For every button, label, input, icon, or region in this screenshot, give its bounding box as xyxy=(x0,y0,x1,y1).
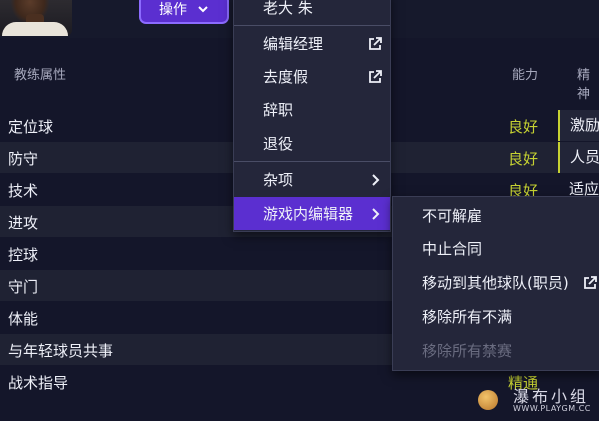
in-game-editor-submenu: 不可解雇 中止合同 移动到其他球队(职员) 移除所有不满 移除所有禁赛 xyxy=(392,196,599,371)
menu-item-label: 游戏内编辑器 xyxy=(263,205,354,223)
menu-item-label: 移动到其他球队(职员) xyxy=(422,274,569,292)
mental-attribute: 人员 xyxy=(558,142,599,173)
context-menu: 老大 朱 编辑经理 去度假 辞职 退役 杂项 游戏内编辑器 xyxy=(233,0,391,232)
submenu-item-move-to-other-team[interactable]: 移动到其他球队(职员) xyxy=(393,266,599,299)
actions-button-label: 操作 xyxy=(159,2,187,18)
attribute-name: 控球 xyxy=(8,246,39,264)
menu-item-label: 移除所有禁赛 xyxy=(422,342,513,360)
attribute-name: 守门 xyxy=(8,278,39,296)
attribute-value: 良好 xyxy=(508,118,539,136)
submenu-item-remove-all-bans: 移除所有禁赛 xyxy=(393,334,599,367)
menu-item-edit-manager[interactable]: 编辑经理 xyxy=(234,27,390,60)
attribute-name: 战术指导 xyxy=(8,374,69,392)
chevron-right-icon xyxy=(372,208,380,220)
menu-item-label: 中止合同 xyxy=(422,240,483,258)
attribute-name: 进攻 xyxy=(8,214,39,232)
menu-item-partial[interactable]: 老大 朱 xyxy=(234,0,390,22)
menu-item-label: 杂项 xyxy=(263,171,294,189)
menu-item-in-game-editor[interactable]: 游戏内编辑器 xyxy=(234,197,390,230)
mental-attribute: 激励 xyxy=(558,110,599,141)
submenu-item-cannot-be-sacked[interactable]: 不可解雇 xyxy=(393,199,599,232)
watermark-logo-icon xyxy=(478,390,498,410)
external-link-icon xyxy=(369,37,382,50)
menu-item-resign[interactable]: 辞职 xyxy=(234,93,390,126)
menu-item-misc[interactable]: 杂项 xyxy=(234,163,390,196)
external-link-icon xyxy=(369,70,382,83)
attribute-name: 体能 xyxy=(8,310,39,328)
column-header-mental: 精神 xyxy=(577,68,591,102)
external-link-icon xyxy=(584,276,597,289)
attribute-value: 良好 xyxy=(508,150,539,168)
attribute-name: 与年轻球员共事 xyxy=(8,342,114,360)
menu-item-label: 编辑经理 xyxy=(263,35,324,53)
watermark-url: WWW.PLAYGM.CC xyxy=(513,404,591,413)
menu-item-go-on-holiday[interactable]: 去度假 xyxy=(234,60,390,93)
menu-item-label: 退役 xyxy=(263,135,294,153)
menu-divider xyxy=(234,25,390,26)
menu-item-label: 辞职 xyxy=(263,101,294,119)
menu-item-label: 去度假 xyxy=(263,68,309,86)
actions-button[interactable]: 操作 xyxy=(139,0,229,24)
menu-item-label: 不可解雇 xyxy=(422,207,483,225)
submenu-item-remove-all-unhappiness[interactable]: 移除所有不满 xyxy=(393,300,599,333)
attribute-name: 技术 xyxy=(8,182,39,200)
menu-divider xyxy=(234,161,390,162)
menu-item-retire[interactable]: 退役 xyxy=(234,127,390,160)
attribute-name: 定位球 xyxy=(8,118,54,136)
chevron-down-icon xyxy=(198,6,208,13)
column-header-coach-attributes: 教练属性 xyxy=(14,68,67,83)
attribute-name: 防守 xyxy=(8,150,39,168)
watermark: 瀑布小组 WWW.PLAYGM.CC xyxy=(475,381,599,421)
column-header-ability: 能力 xyxy=(512,68,539,83)
menu-item-label: 老大 朱 xyxy=(263,0,313,17)
submenu-item-terminate-contract[interactable]: 中止合同 xyxy=(393,232,599,265)
manager-avatar xyxy=(0,0,72,36)
menu-item-label: 移除所有不满 xyxy=(422,308,513,326)
chevron-right-icon xyxy=(372,174,380,186)
